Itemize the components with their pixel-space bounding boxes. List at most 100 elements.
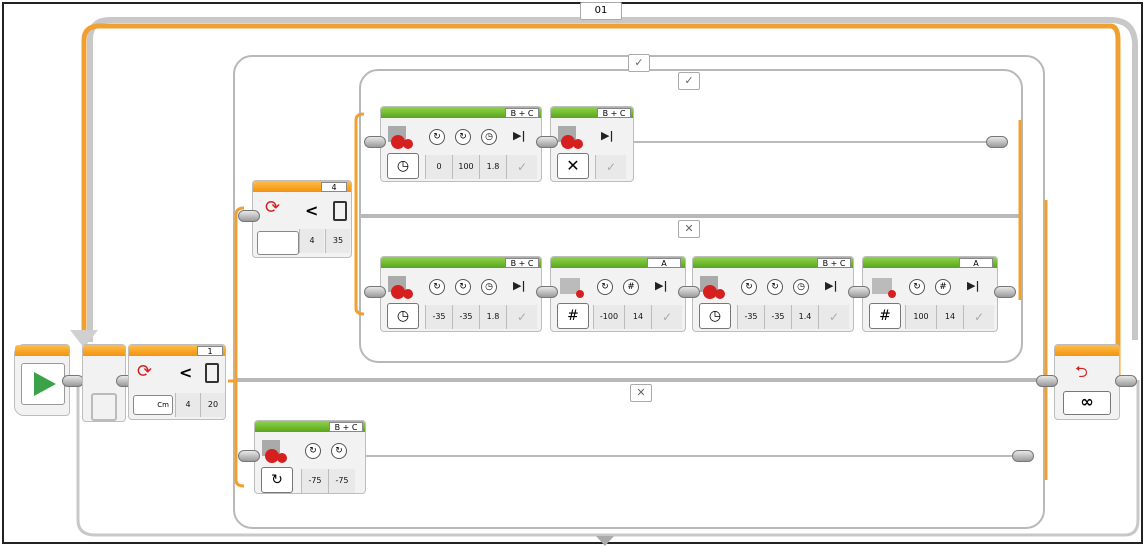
param-speed-left[interactable]: -75 [301, 469, 328, 493]
medium-motor-icon [868, 274, 898, 300]
mode-selector-on[interactable]: ↻ [261, 467, 293, 493]
switch-icon: ⟳ [137, 361, 153, 382]
motor-port-label[interactable]: B + C [329, 422, 363, 432]
inner-switch-number[interactable]: 4 [321, 182, 347, 192]
outer-case-true-tab[interactable]: ✓ [628, 54, 650, 72]
mode-selector-off[interactable]: ✕ [557, 153, 589, 179]
sensor-mode-selector[interactable]: Cm [133, 395, 173, 415]
plug-between[interactable] [678, 286, 700, 298]
loop-end-block[interactable]: ⮌ ∞ [1054, 344, 1120, 420]
plug-in[interactable] [364, 286, 386, 298]
motor-port-label[interactable]: B + C [817, 258, 851, 268]
param-speed-left[interactable]: -35 [737, 305, 764, 329]
loop-index-port[interactable] [91, 393, 117, 421]
medium-motor-block-2[interactable]: A ↻ # ▶| # 100 14 ✓ [862, 256, 998, 332]
plug-between[interactable] [536, 286, 558, 298]
move-tank-block-4[interactable]: B + C ↻ ↻ ↻ -75 -75 [254, 420, 366, 494]
mode-selector-timer[interactable]: ◷ [699, 303, 731, 329]
plug-out[interactable] [994, 286, 1016, 298]
brake-checkbox[interactable]: ✓ [818, 305, 849, 329]
motor-icon [698, 274, 728, 300]
brake-checkbox[interactable]: ✓ [506, 305, 537, 329]
move-tank-block-2[interactable]: B + C ↻ ↻ ◷ ▶| ◷ -35 -35 1.8 ✓ [380, 256, 542, 332]
brake-icon: ▶| [967, 279, 980, 292]
plug-between[interactable] [536, 136, 558, 148]
outer-case-false-tab[interactable]: ✕ [630, 384, 652, 402]
brake-checkbox[interactable]: ✓ [963, 305, 994, 329]
inner-case-true-tab[interactable]: ✓ [678, 72, 700, 90]
param-power[interactable]: 100 [905, 305, 936, 329]
speed-left-icon: ↻ [429, 279, 445, 295]
loop-bottom-arrow [596, 536, 614, 546]
mode-selector-rotations[interactable]: # [557, 303, 589, 329]
loop-start-header [83, 345, 125, 356]
motor-port-label[interactable]: A [959, 258, 993, 268]
plug-between[interactable] [848, 286, 870, 298]
brake-checkbox[interactable]: ✓ [506, 155, 537, 179]
inner-param-1[interactable]: 4 [299, 229, 324, 253]
mode-selector-timer[interactable]: ◷ [387, 153, 419, 179]
outer-compare-symbol: < [179, 363, 193, 382]
brake-icon: ▶| [513, 279, 526, 292]
param-seconds[interactable]: 1.8 [479, 155, 506, 179]
speed-left-icon: ↻ [305, 443, 321, 459]
power-icon: ↻ [597, 279, 613, 295]
brake-checkbox[interactable]: ✓ [651, 305, 682, 329]
motor-icon [556, 124, 586, 150]
medium-motor-icon [556, 274, 586, 300]
mode-selector-timer[interactable]: ◷ [387, 303, 419, 329]
speed-left-icon: ↻ [429, 129, 445, 145]
outer-param-1[interactable]: 4 [175, 393, 200, 417]
brake-icon: ▶| [825, 279, 838, 292]
inner-case-false-tab[interactable]: ✕ [678, 220, 700, 238]
move-tank-block-1[interactable]: B + C ↻ ↻ ◷ ▶| ◷ 0 100 1.8 ✓ [380, 106, 542, 182]
brake-icon: ▶| [513, 129, 526, 142]
loop-name-label[interactable]: 01 [580, 2, 622, 20]
sensor-mode-selector[interactable] [257, 231, 299, 255]
ultrasonic-sensor-icon [333, 201, 347, 221]
outer-switch-block[interactable]: 1 ⟳ < Cm 4 20 [128, 344, 226, 420]
play-icon[interactable] [21, 363, 65, 405]
motor-port-label[interactable]: A [647, 258, 681, 268]
plug-in[interactable] [238, 450, 260, 462]
param-speed-right[interactable]: -75 [328, 469, 355, 493]
param-speed-left[interactable]: 0 [425, 155, 452, 179]
outer-switch-number[interactable]: 1 [197, 346, 223, 356]
outer-param-2[interactable]: 20 [200, 393, 225, 417]
ultrasonic-sensor-icon [205, 363, 219, 383]
mode-selector-rotations[interactable]: # [869, 303, 901, 329]
param-seconds[interactable]: 1.4 [791, 305, 818, 329]
inner-switch-in-plug[interactable] [238, 210, 260, 222]
motor-icon [386, 274, 416, 300]
medium-motor-block-1[interactable]: A ↻ # ▶| # -100 14 ✓ [550, 256, 686, 332]
motor-port-label[interactable]: B + C [505, 108, 539, 118]
plug-out[interactable] [1012, 450, 1034, 462]
param-rotations[interactable]: 14 [936, 305, 963, 329]
inner-switch-block[interactable]: 4 ⟳ < 4 35 [252, 180, 352, 258]
brake-checkbox[interactable]: ✓ [595, 155, 626, 179]
sensor-unit-label: Cm [157, 401, 169, 409]
motor-port-label[interactable]: B + C [505, 258, 539, 268]
loop-end-in-plug[interactable] [1036, 375, 1058, 387]
loop-end-out-plug[interactable] [1115, 375, 1137, 387]
infinity-icon[interactable]: ∞ [1063, 391, 1111, 415]
seconds-icon: ◷ [481, 129, 497, 145]
speed-right-icon: ↻ [331, 443, 347, 459]
move-tank-block-3[interactable]: B + C ↻ ↻ ◷ ▶| ◷ -35 -35 1.4 ✓ [692, 256, 854, 332]
brake-icon: ▶| [655, 279, 668, 292]
plug-in[interactable] [364, 136, 386, 148]
param-rotations[interactable]: 14 [624, 305, 651, 329]
motor-port-label[interactable]: B + C [597, 108, 631, 118]
plug-out[interactable] [986, 136, 1008, 148]
param-speed-right[interactable]: -35 [764, 305, 791, 329]
move-tank-stop-block[interactable]: B + C ▶| ✕ ✓ [550, 106, 634, 182]
param-speed-right[interactable]: 100 [452, 155, 479, 179]
param-seconds[interactable]: 1.8 [479, 305, 506, 329]
speed-right-icon: ↻ [455, 129, 471, 145]
param-speed-left[interactable]: -35 [425, 305, 452, 329]
rotations-icon: # [935, 279, 951, 295]
inner-param-2[interactable]: 35 [325, 229, 350, 253]
param-power[interactable]: -100 [593, 305, 624, 329]
param-speed-right[interactable]: -35 [452, 305, 479, 329]
start-output-plug[interactable] [62, 375, 84, 387]
